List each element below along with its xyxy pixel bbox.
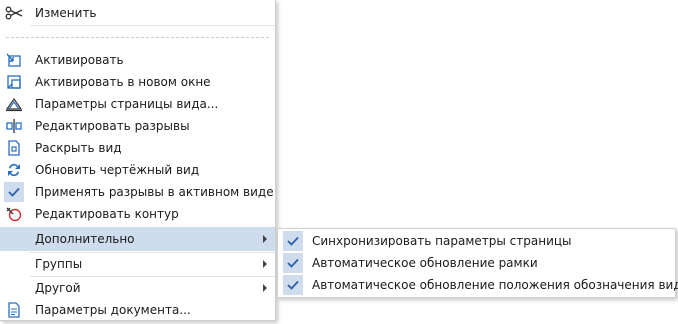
menu-item-additional[interactable]: Дополнительно (0, 227, 275, 251)
scissors-icon (0, 2, 28, 24)
view-page-settings-icon (0, 93, 28, 115)
separator (30, 25, 275, 26)
menu-item-label: Активировать (35, 53, 124, 67)
menu-item-activate[interactable]: Активировать (0, 49, 275, 71)
menu-item-edit-contour[interactable]: Редактировать контур (0, 203, 275, 225)
menu-item-label: Параметры документа... (35, 303, 191, 317)
edit-contour-icon (0, 203, 28, 225)
submenu-arrow-icon (263, 284, 267, 292)
submenu-item-label: Синхронизировать параметры страницы (312, 234, 572, 248)
menu-item-label: Обновить чертёжный вид (35, 163, 200, 177)
menu-item-label: Раскрыть вид (35, 141, 122, 155)
edit-breaks-icon (0, 115, 28, 137)
separator-dashed (6, 37, 269, 38)
check-slot (0, 181, 28, 203)
menu-item-label: Другой (35, 281, 81, 295)
submenu-item-auto-update-view-label-position[interactable]: Автоматическое обновление положения обоз… (278, 274, 678, 296)
menu-item-label: Группы (35, 257, 83, 271)
expand-view-icon (0, 137, 28, 159)
submenu-item-sync-page-settings[interactable]: Синхронизировать параметры страницы (278, 230, 675, 252)
checkmark-icon (4, 182, 24, 202)
context-menu: Изменить Активировать Активировать в нов… (0, 0, 276, 321)
menu-item-activate-new-window[interactable]: Активировать в новом окне (0, 71, 275, 93)
checkmark-icon (283, 275, 303, 295)
refresh-drawing-view-icon (0, 159, 28, 181)
menu-item-document-settings[interactable]: Параметры документа... (0, 299, 275, 321)
menu-item-label: Редактировать контур (35, 207, 179, 221)
check-slot (279, 230, 307, 252)
menu-item-other[interactable]: Другой (0, 277, 275, 299)
check-slot (279, 274, 307, 296)
checkmark-icon (283, 231, 303, 251)
menu-item-expand-view[interactable]: Раскрыть вид (0, 137, 275, 159)
menu-item-view-page-settings[interactable]: Параметры страницы вида... (0, 93, 275, 115)
menu-item-refresh-drawing-view[interactable]: Обновить чертёжный вид (0, 159, 275, 181)
menu-item-apply-breaks-active-view[interactable]: Применять разрывы в активном виде (0, 181, 275, 203)
menu-item-label: Изменить (35, 6, 97, 20)
menu-item-edit-breaks[interactable]: Редактировать разрывы (0, 115, 275, 137)
activate-icon (0, 49, 28, 71)
menu-item-label: Параметры страницы вида... (35, 97, 219, 111)
menu-item-label: Дополнительно (35, 232, 135, 246)
submenu-item-auto-update-frame[interactable]: Автоматическое обновление рамки (278, 252, 675, 274)
document-settings-icon (0, 299, 28, 321)
submenu-arrow-icon (263, 260, 267, 268)
submenu-item-label: Автоматическое обновление положения обоз… (312, 278, 678, 292)
checkmark-icon (283, 253, 303, 273)
submenu-item-label: Автоматическое обновление рамки (312, 256, 538, 270)
menu-item-edit[interactable]: Изменить (0, 2, 275, 24)
submenu-additional: Синхронизировать параметры страницы Авто… (277, 228, 678, 298)
menu-item-label: Редактировать разрывы (35, 119, 190, 133)
menu-item-label: Активировать в новом окне (35, 75, 211, 89)
submenu-arrow-icon (263, 235, 267, 243)
menu-item-label: Применять разрывы в активном виде (35, 185, 274, 199)
activate-new-window-icon (0, 71, 28, 93)
menu-item-groups[interactable]: Группы (0, 253, 275, 275)
check-slot (279, 252, 307, 274)
